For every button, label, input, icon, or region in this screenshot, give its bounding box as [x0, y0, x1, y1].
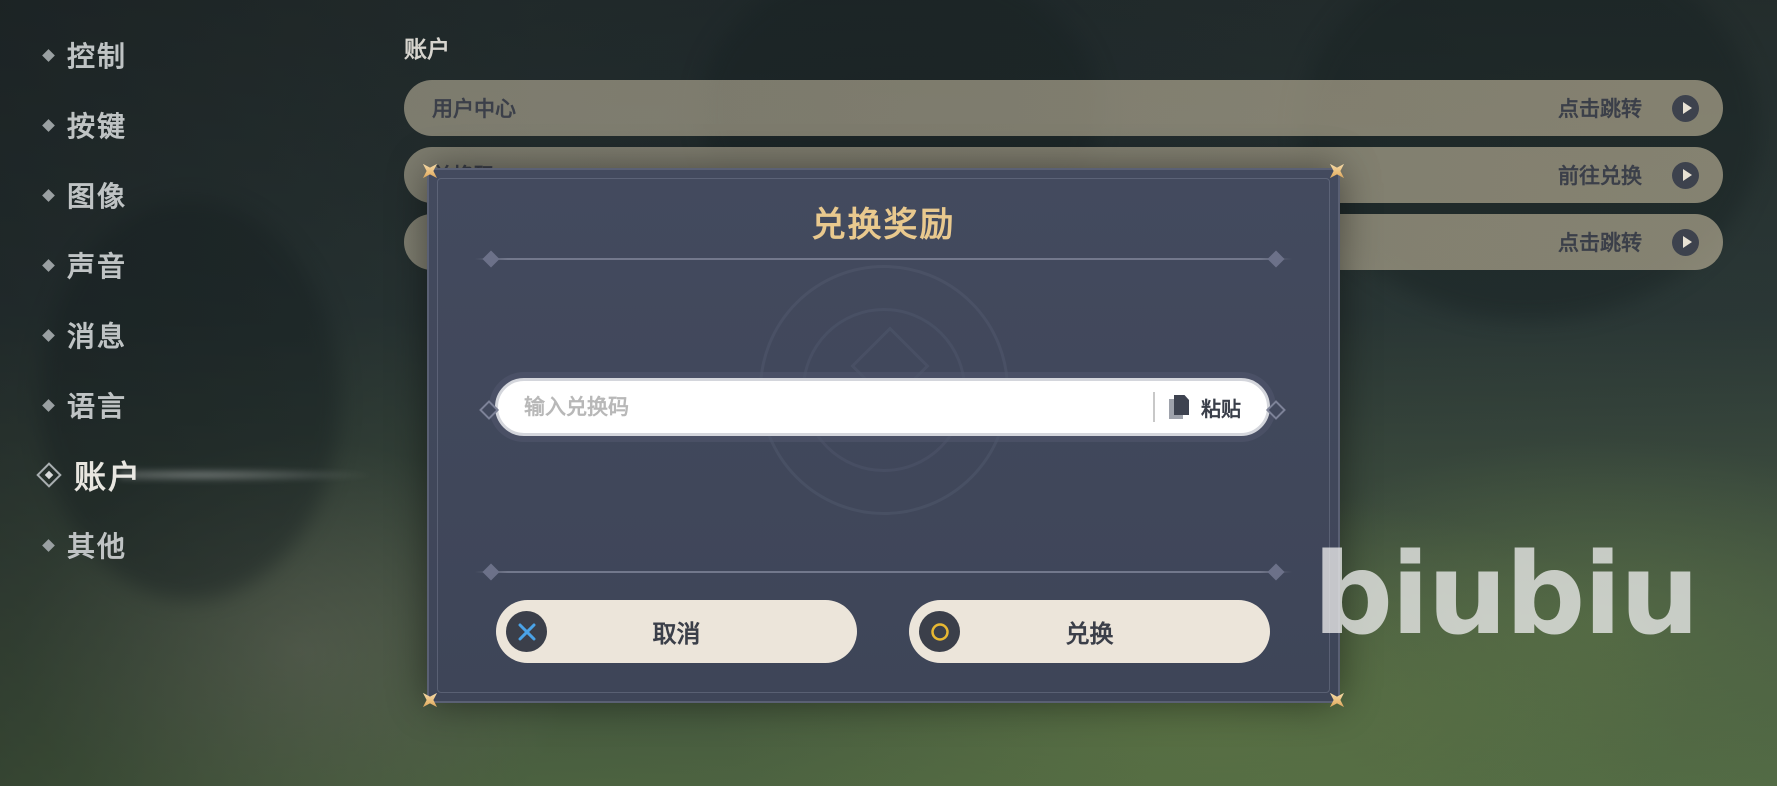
- diamond-bullet-icon: [42, 48, 55, 62]
- account-row-user-center[interactable]: 用户中心 点击跳转: [404, 80, 1723, 136]
- diamond-bullet-icon: [42, 118, 55, 132]
- row-action-label: 前往兑换: [1558, 164, 1642, 188]
- arrow-right-icon[interactable]: [1672, 228, 1699, 256]
- circle-button-icon: [919, 611, 960, 652]
- sidebar-item-keys[interactable]: 按键: [40, 90, 340, 160]
- sidebar-item-account[interactable]: 账户: [36, 440, 340, 510]
- sidebar-item-label: 语言: [67, 390, 128, 423]
- cross-button-icon: [506, 611, 547, 652]
- settings-sidebar: 控制 按键 图像 声音 消息 语言 账户 其他: [36, 20, 340, 580]
- input-separator: [1153, 392, 1155, 422]
- corner-star-icon: [415, 156, 445, 186]
- sidebar-item-language[interactable]: 语言: [40, 370, 340, 440]
- sidebar-item-label: 账户: [74, 458, 143, 496]
- corner-star-icon: [1322, 156, 1352, 186]
- cancel-label: 取消: [652, 620, 701, 648]
- sidebar-item-graphics[interactable]: 图像: [40, 160, 340, 230]
- sidebar-item-other[interactable]: 其他: [40, 510, 340, 580]
- row-action-label: 点击跳转: [1558, 231, 1642, 255]
- row-label: 用户中心: [432, 97, 516, 121]
- ornament-divider: [475, 571, 1292, 573]
- row-action-label: 点击跳转: [1558, 97, 1642, 121]
- diamond-bullet-icon: [42, 258, 55, 272]
- diamond-bullet-icon: [42, 538, 55, 552]
- redeem-code-field: 粘贴: [495, 378, 1270, 436]
- corner-star-icon: [1322, 685, 1352, 715]
- dialog-title: 兑换奖励: [811, 205, 956, 245]
- sidebar-item-label: 声音: [67, 250, 128, 283]
- corner-star-icon: [415, 685, 445, 715]
- paste-label: 粘贴: [1201, 396, 1241, 421]
- redeem-dialog: 兑换奖励 粘贴 取消 兑换: [427, 168, 1340, 703]
- diamond-bullet-icon: [42, 188, 55, 202]
- ornament-divider: [475, 258, 1292, 260]
- diamond-bullet-icon: [42, 328, 55, 342]
- redeem-label: 兑换: [1065, 620, 1114, 648]
- cancel-button[interactable]: 取消: [496, 600, 857, 663]
- sidebar-item-messages[interactable]: 消息: [40, 300, 340, 370]
- sidebar-item-label: 图像: [67, 180, 128, 213]
- watermark-logo: biubiu: [1313, 530, 1700, 660]
- paste-button[interactable]: 粘贴: [1169, 393, 1241, 422]
- sidebar-item-label: 按键: [67, 110, 128, 143]
- redeem-button[interactable]: 兑换: [909, 600, 1270, 663]
- redeem-code-input[interactable]: [498, 381, 1153, 433]
- diamond-bullet-icon: [42, 398, 55, 412]
- arrow-right-icon[interactable]: [1672, 161, 1699, 189]
- sidebar-item-label: 消息: [67, 320, 128, 353]
- sidebar-item-label: 控制: [67, 40, 128, 73]
- diamond-selected-icon: [36, 462, 62, 488]
- arrow-right-icon[interactable]: [1672, 94, 1699, 122]
- section-title: 账户: [404, 37, 450, 63]
- sidebar-item-label: 其他: [67, 530, 128, 563]
- clipboard-icon: [1169, 395, 1189, 419]
- sidebar-item-control[interactable]: 控制: [40, 20, 340, 90]
- sidebar-item-audio[interactable]: 声音: [40, 230, 340, 300]
